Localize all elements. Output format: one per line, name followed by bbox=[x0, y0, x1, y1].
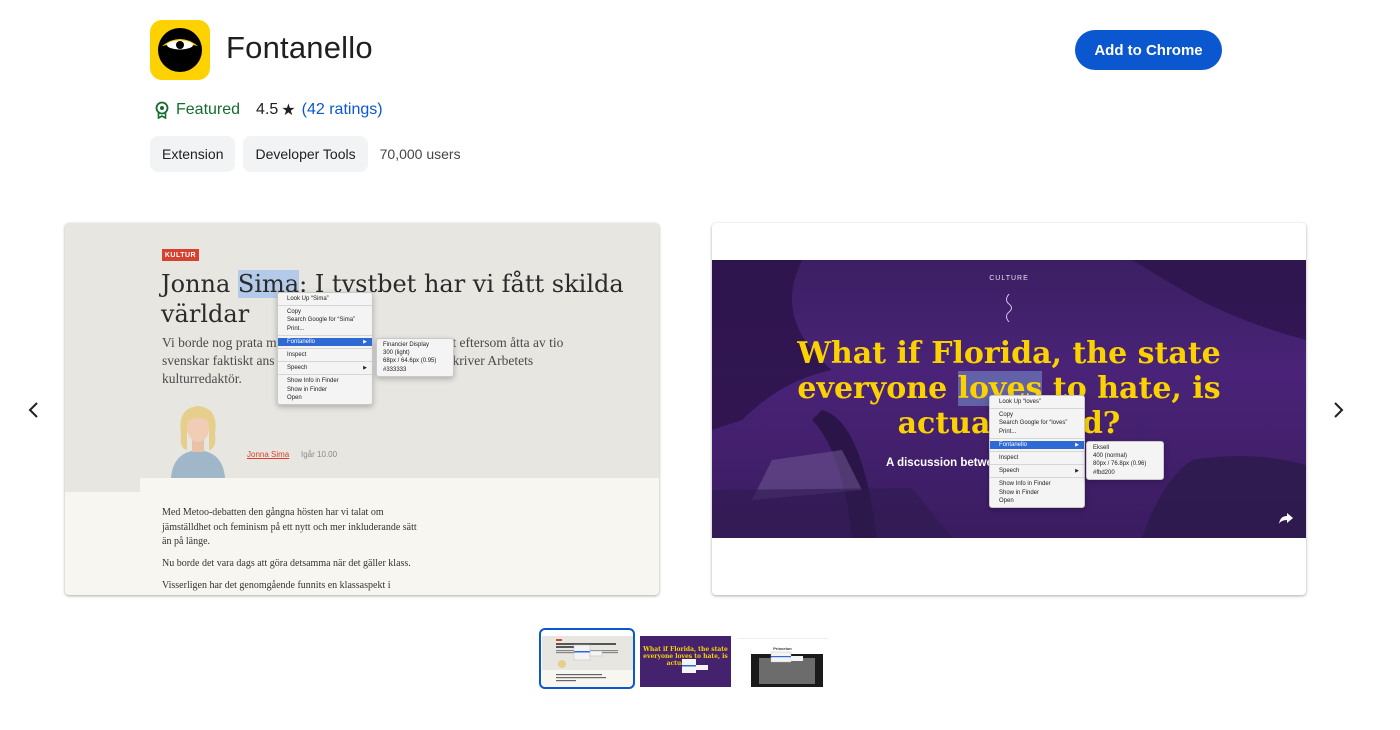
fontanello-submenu: Financier Display 300 (light) 68px / 64.… bbox=[376, 338, 454, 377]
thumbnail-3-preview: Princeton bbox=[737, 636, 828, 687]
featured-badge[interactable]: Featured bbox=[154, 101, 240, 119]
rating-value: 4.5 bbox=[256, 101, 279, 118]
ratings-link[interactable]: (42 ratings) bbox=[302, 101, 383, 119]
thumbnail-2-line-2: everyone loves to hate, is bbox=[643, 653, 728, 660]
thumbnail-2-preview: What if Florida, the state everyone love… bbox=[640, 636, 731, 687]
featured-label: Featured bbox=[176, 101, 241, 118]
carousel-prev-button[interactable] bbox=[22, 398, 46, 422]
share-icon bbox=[1279, 513, 1293, 524]
squiggle-icon bbox=[1006, 294, 1012, 322]
meta-row: Featured 4.5 ★ (42 ratings) bbox=[154, 98, 383, 122]
context-menu: Look Up “loves” Copy Search Google for “… bbox=[989, 395, 1085, 508]
context-menu-fontanello: Fontanello ▶ bbox=[278, 337, 372, 346]
add-to-chrome-button[interactable]: Add to Chrome bbox=[1075, 30, 1222, 70]
section-tag: CULTURE bbox=[989, 275, 1029, 282]
chevron-left-icon bbox=[28, 402, 38, 418]
thumbnail-1-selected-ring bbox=[539, 628, 635, 689]
thumbnail-3[interactable]: Princeton bbox=[737, 636, 828, 687]
screenshot-2[interactable]: CULTURE What if Florida, the state every… bbox=[712, 223, 1306, 595]
category-chips: Extension Developer Tools 70,000 users bbox=[150, 136, 461, 172]
author-link: Jonna Sima bbox=[247, 450, 290, 459]
section-tag: KULTUR bbox=[162, 249, 199, 261]
screenshot-1[interactable]: KULTUR Jonna Sima: I tystbet har vi fått… bbox=[65, 223, 659, 595]
article-subtitle: A discussion betwe bbox=[886, 457, 993, 469]
thumbnail-3-title: Princeton bbox=[773, 646, 792, 651]
user-count: 70,000 users bbox=[379, 146, 461, 162]
article-headline: Jonna Sima: I tystbet har vi fått skilda… bbox=[161, 270, 624, 328]
chip-extension[interactable]: Extension bbox=[150, 136, 236, 172]
thumbnail-2[interactable]: What if Florida, the state everyone love… bbox=[640, 636, 731, 687]
chevron-right-icon bbox=[1334, 402, 1344, 418]
context-menu: Look Up “Sima” Copy Search Google for “S… bbox=[277, 292, 373, 405]
context-menu-fontanello: Fontanello ▶ bbox=[990, 440, 1084, 449]
author-time: Igår 10.00 bbox=[301, 450, 338, 459]
star-icon: ★ bbox=[281, 102, 296, 119]
featured-ribbon-icon bbox=[155, 101, 169, 119]
chip-developer-tools[interactable]: Developer Tools bbox=[243, 136, 368, 172]
fontanello-submenu: Eksell 400 (normal) 80px / 76.8px (0.96)… bbox=[1086, 441, 1164, 480]
eye-logo-icon bbox=[158, 28, 202, 72]
thumbnail-2-line-1: What if Florida, the state bbox=[642, 646, 728, 653]
app-logo bbox=[150, 20, 210, 80]
carousel-next-button[interactable] bbox=[1326, 398, 1350, 422]
author-avatar bbox=[163, 400, 233, 478]
app-title: Fontanello bbox=[226, 30, 373, 65]
